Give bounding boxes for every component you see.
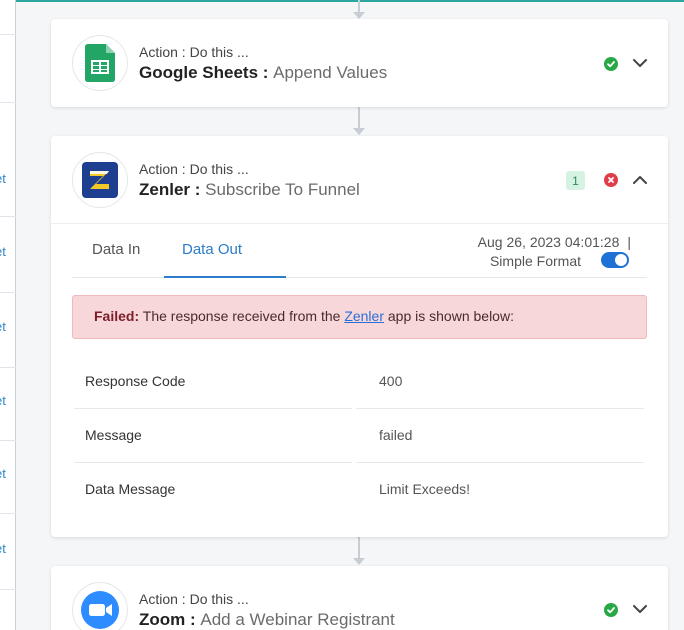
zenler-icon xyxy=(72,152,128,208)
simple-format-toggle[interactable] xyxy=(601,252,629,268)
simple-format-label: Simple Format xyxy=(489,253,581,269)
event-name: Append Values xyxy=(273,63,388,82)
chevron-down-icon[interactable] xyxy=(632,601,648,617)
response-value: Limit Exceeds! xyxy=(379,481,471,497)
flow-arrow-icon xyxy=(353,128,365,135)
success-check-icon xyxy=(604,57,618,71)
active-tab-indicator xyxy=(164,276,286,278)
panel-item-fragment[interactable]: et xyxy=(0,466,6,481)
action-label: Action : Do this ... xyxy=(139,591,249,607)
toggle-knob xyxy=(615,254,627,266)
workflow-page: et et et et et et xyxy=(0,0,684,630)
title-separator: : xyxy=(190,180,206,199)
panel-row-divider xyxy=(0,216,16,217)
flow-connector xyxy=(358,107,360,129)
step-header[interactable]: Action : Do this ... Zoom : Add a Webina… xyxy=(51,566,668,630)
step-card-zoom[interactable]: Action : Do this ... Zoom : Add a Webina… xyxy=(51,566,668,630)
alert-text-before: The response received from the xyxy=(139,308,345,324)
step-title: Zenler : Subscribe To Funnel xyxy=(139,180,360,200)
app-name: Google Sheets xyxy=(139,63,259,82)
google-sheets-icon xyxy=(72,35,128,91)
response-value: 400 xyxy=(379,373,403,389)
run-timestamp: Aug 26, 2023 04:01:28 | xyxy=(478,234,631,250)
timestamp-separator: | xyxy=(627,234,631,250)
alert-prefix: Failed: xyxy=(94,308,140,324)
panel-item-fragment[interactable]: et xyxy=(0,393,6,408)
app-name: Zoom xyxy=(139,610,186,629)
step-card-zenler[interactable]: Action : Do this ... Zenler : Subscribe … xyxy=(51,136,668,537)
panel-row-divider xyxy=(0,292,16,293)
chevron-down-icon[interactable] xyxy=(632,55,648,71)
event-name: Subscribe To Funnel xyxy=(205,180,360,199)
event-name: Add a Webinar Registrant xyxy=(200,610,395,629)
panel-row-divider xyxy=(0,589,16,590)
panel-row-divider xyxy=(0,440,16,441)
left-side-panel: et et et et et et xyxy=(0,0,16,630)
response-key: Response Code xyxy=(85,373,186,389)
timestamp-value: Aug 26, 2023 04:01:28 xyxy=(477,234,620,250)
response-table: Response Code 400 Message failed Data Me… xyxy=(72,355,647,517)
zenler-app-link[interactable]: Zenler xyxy=(344,308,384,324)
step-header[interactable]: Action : Do this ... Google Sheets : App… xyxy=(51,19,668,107)
table-row: Response Code 400 xyxy=(72,355,647,409)
error-count-badge: 1 xyxy=(566,171,585,190)
panel-item-fragment[interactable]: et xyxy=(0,319,6,334)
panel-item-fragment[interactable]: et xyxy=(0,244,6,259)
step-card-google-sheets[interactable]: Action : Do this ... Google Sheets : App… xyxy=(51,19,668,107)
data-tabs: Data In Data Out Aug 26, 2023 04:01:28 | … xyxy=(72,224,647,278)
action-label: Action : Do this ... xyxy=(139,44,249,60)
tab-data-in[interactable]: Data In xyxy=(92,241,140,258)
flow-connector xyxy=(358,537,360,559)
failure-alert: Failed: The response received from the Z… xyxy=(72,295,647,339)
response-key: Message xyxy=(85,427,142,443)
top-accent-line xyxy=(16,0,684,2)
action-label: Action : Do this ... xyxy=(139,161,249,177)
success-check-icon xyxy=(604,603,618,617)
step-header[interactable]: Action : Do this ... Zenler : Subscribe … xyxy=(51,136,668,224)
response-value: failed xyxy=(379,427,413,443)
step-title: Zoom : Add a Webinar Registrant xyxy=(139,610,395,630)
panel-row-divider xyxy=(0,513,16,514)
alert-text-after: app is shown below: xyxy=(384,308,514,324)
app-name: Zenler xyxy=(139,180,191,199)
tab-data-out[interactable]: Data Out xyxy=(182,241,242,258)
flow-arrow-icon xyxy=(353,12,365,19)
panel-row-divider xyxy=(0,102,16,103)
panel-row-divider xyxy=(0,367,16,368)
table-row: Message failed xyxy=(72,409,647,463)
flow-arrow-icon xyxy=(353,558,365,565)
chevron-up-icon[interactable] xyxy=(632,172,648,188)
title-separator: : xyxy=(185,610,201,629)
error-x-icon xyxy=(604,173,618,187)
panel-item-fragment[interactable]: et xyxy=(0,171,6,186)
title-separator: : xyxy=(258,63,274,82)
response-key: Data Message xyxy=(85,481,176,497)
step-title: Google Sheets : Append Values xyxy=(139,63,387,83)
zoom-icon xyxy=(72,582,128,630)
flow-connector xyxy=(358,0,360,12)
panel-item-fragment[interactable]: et xyxy=(0,541,6,556)
panel-row-divider xyxy=(0,34,16,35)
table-row: Data Message Limit Exceeds! xyxy=(72,463,647,517)
